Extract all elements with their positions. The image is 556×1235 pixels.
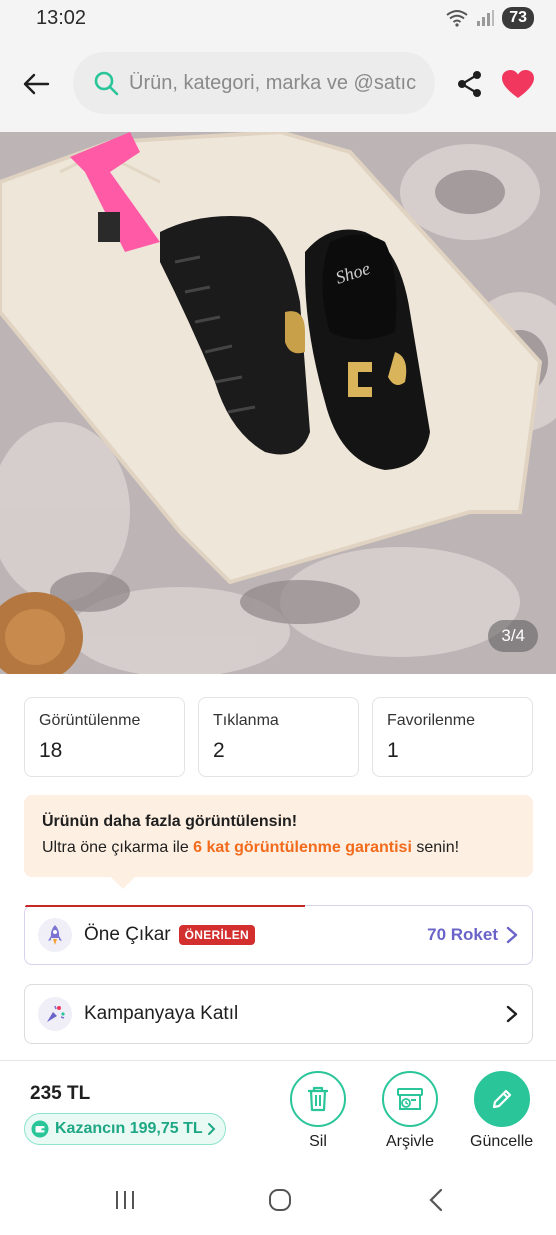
wifi-icon <box>446 10 468 27</box>
rocket-icon <box>38 918 72 952</box>
roket-price: 70 Roket <box>427 925 498 944</box>
product-photo-illustration: Shoe <box>0 132 556 674</box>
back-button[interactable] <box>18 66 54 102</box>
app-header <box>0 40 556 132</box>
feature-price: 70 Roket <box>427 925 518 945</box>
recent-apps-icon <box>116 1191 134 1209</box>
search-bar[interactable] <box>73 52 435 114</box>
arrow-left-icon <box>23 73 50 95</box>
nav-back-button[interactable] <box>416 1185 456 1215</box>
bottom-action-bar: 235 TL Kazancın 199,75 TL Sil Arşivle Gü… <box>0 1060 556 1165</box>
archive-action[interactable]: Arşivle <box>382 1071 438 1151</box>
chevron-right-icon <box>506 926 518 944</box>
stat-label: Tıklanma <box>213 712 279 729</box>
feature-label: Öne Çıkar <box>84 924 171 945</box>
product-price: 235 TL <box>30 1083 91 1104</box>
promo-title: Ürünün daha fazla görüntülensin! <box>42 813 298 830</box>
image-counter: 3/4 <box>488 620 538 652</box>
pencil-icon <box>492 1089 511 1109</box>
promo-highlight: 6 kat görüntülenme garantisi <box>193 839 412 856</box>
status-time: 13:02 <box>36 7 87 29</box>
status-icons: 73 <box>446 7 534 29</box>
stats-row: Görüntülenme 18 Tıklanma 2 Favorilenme 1 <box>24 697 533 777</box>
archive-icon <box>397 1088 423 1110</box>
favorite-button[interactable] <box>498 64 538 104</box>
product-image[interactable]: Shoe 3/4 <box>0 132 556 674</box>
status-bar: 13:02 73 <box>0 0 556 40</box>
update-action[interactable]: Güncelle <box>470 1071 533 1151</box>
heart-icon <box>502 70 534 98</box>
stat-value: 1 <box>387 739 399 762</box>
update-label: Güncelle <box>470 1133 534 1150</box>
stat-value: 2 <box>213 739 225 762</box>
stat-favorites: Favorilenme 1 <box>372 697 533 777</box>
campaign-label: Kampanyaya Katıl <box>84 1003 239 1024</box>
stat-clicks: Tıklanma 2 <box>198 697 359 777</box>
system-nav-bar <box>0 1165 556 1235</box>
recommended-badge: ÖNERİLEN <box>178 925 255 945</box>
share-button[interactable] <box>452 66 488 102</box>
delete-action[interactable]: Sil <box>290 1071 346 1151</box>
campaign-icon <box>38 997 72 1031</box>
promo-text-after: senin! <box>411 839 460 856</box>
delete-button[interactable] <box>290 1071 346 1127</box>
stat-value: 18 <box>39 739 63 762</box>
promo-text: Ultra öne çıkarma ile 6 kat görüntülenme… <box>42 839 515 857</box>
earnings-text: Kazancın 199,75 TL <box>55 1120 203 1137</box>
share-icon <box>458 71 481 97</box>
archive-label: Arşivle <box>385 1133 434 1150</box>
trash-icon <box>308 1086 328 1112</box>
join-campaign-row[interactable]: Kampanyaya Katıl <box>24 984 533 1044</box>
recent-apps-button[interactable] <box>105 1185 145 1215</box>
promo-callout: Ürünün daha fazla görüntülensin! Ultra ö… <box>24 795 533 889</box>
chevron-right-icon <box>207 1123 216 1135</box>
campaign-arrow <box>506 1005 518 1023</box>
delete-label: Sil <box>309 1133 327 1150</box>
earnings-pill[interactable]: Kazancın 199,75 TL <box>24 1113 226 1145</box>
home-button[interactable] <box>260 1185 300 1215</box>
stat-label: Görüntülenme <box>39 712 141 729</box>
stat-views: Görüntülenme 18 <box>24 697 185 777</box>
search-input[interactable] <box>129 52 427 114</box>
feature-product-row[interactable]: Öne Çıkar ÖNERİLEN 70 Roket <box>24 905 533 965</box>
search-icon <box>94 71 119 96</box>
chevron-left-icon <box>429 1188 443 1212</box>
battery-level: 73 <box>502 7 534 29</box>
signal-icon <box>477 10 495 26</box>
home-icon <box>269 1189 291 1211</box>
promo-text-before: Ultra öne çıkarma ile <box>42 839 194 856</box>
archive-button[interactable] <box>382 1071 438 1127</box>
promo-pointer <box>110 876 136 889</box>
chevron-right-icon <box>506 1005 518 1023</box>
wallet-icon <box>31 1120 49 1138</box>
stat-label: Favorilenme <box>387 712 476 729</box>
feature-progress-line <box>25 905 305 907</box>
update-button[interactable] <box>473 1071 530 1127</box>
